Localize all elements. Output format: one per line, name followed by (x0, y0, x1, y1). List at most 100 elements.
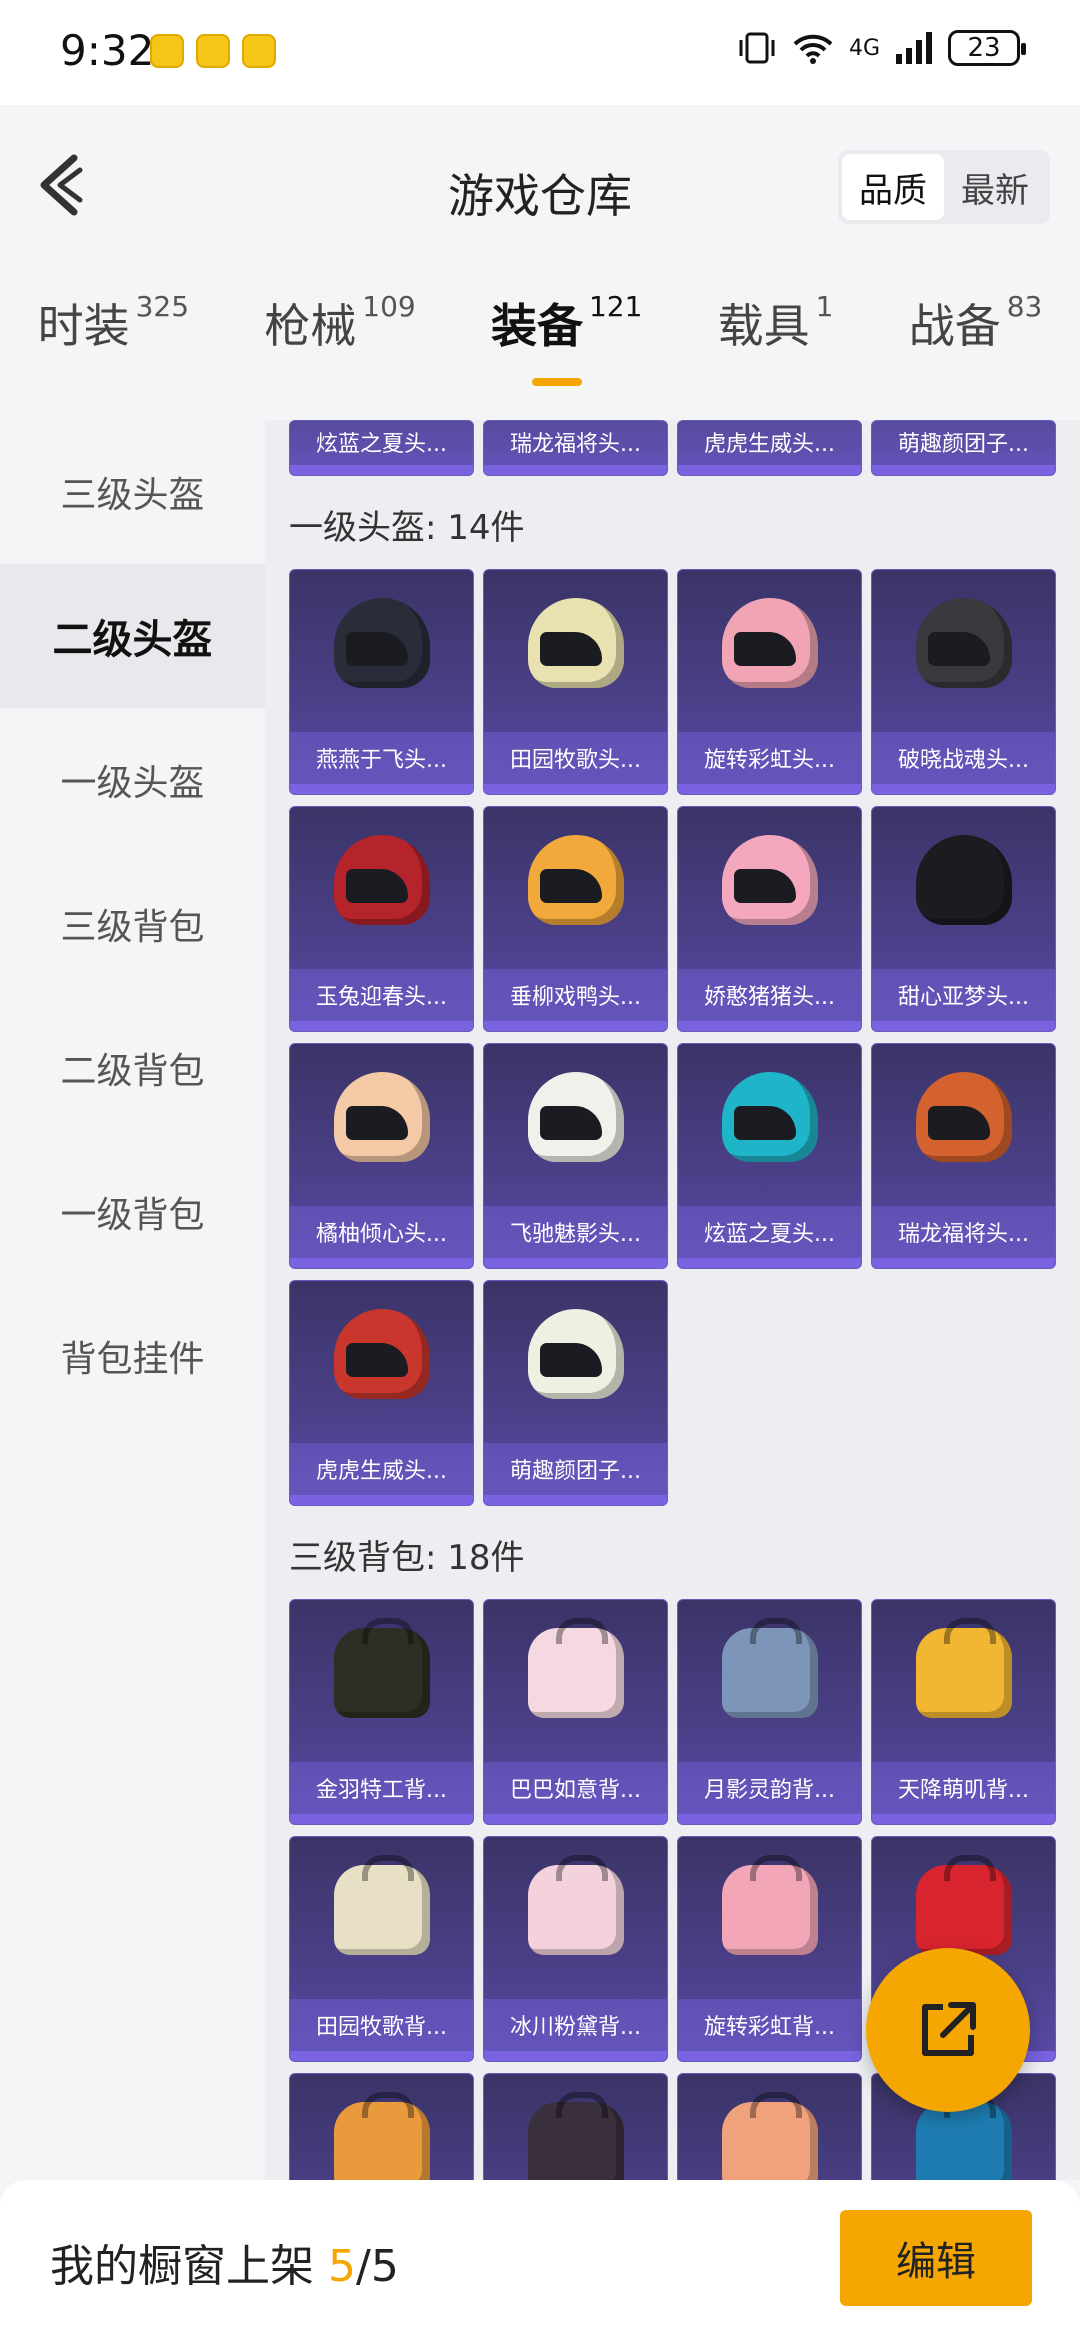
sort-quality-option[interactable]: 品质 (842, 154, 944, 220)
backpack-image (333, 2092, 430, 2180)
helmet-image (527, 1072, 624, 1162)
backpack-image (527, 2092, 624, 2180)
item-card[interactable]: 破晓战魂头... (871, 569, 1056, 795)
item-card[interactable]: 娇憨猪猪头... (677, 806, 862, 1032)
sidebar-item-level3-backpack[interactable]: 三级背包 (0, 852, 265, 996)
item-name: 田园牧歌头... (484, 732, 667, 784)
item-name: 虎虎生威头... (678, 421, 861, 465)
item-card[interactable] (289, 2073, 474, 2180)
quality-bar (290, 1021, 473, 1031)
vibrate-icon (739, 32, 775, 64)
helmet-image (915, 1072, 1012, 1162)
backpack-image (915, 1618, 1012, 1718)
tab-label: 装备 (490, 299, 583, 353)
quality-bar (678, 1021, 861, 1031)
tab-firearms[interactable]: 枪械 109 (264, 290, 415, 356)
tab-gear[interactable]: 战备 83 (909, 290, 1043, 356)
section-title: 三级背包: 18件 (289, 1538, 525, 1578)
tab-label: 时装 (37, 299, 130, 353)
item-card[interactable]: 炫蓝之夏头... (289, 420, 474, 476)
item-name: 虎虎生威头... (290, 1443, 473, 1495)
item-card[interactable]: 萌趣颜团子... (871, 420, 1056, 476)
item-card[interactable]: 天降萌叽背... (871, 1599, 1056, 1825)
status-bar: 9:32 4G 23 (0, 0, 1080, 105)
helmet-grid: 燕燕于飞头... 田园牧歌头... 旋转彩虹头... 破晓战魂头... 玉兔迎春头...… (265, 569, 1080, 1506)
item-card[interactable]: 虎虎生威头... (677, 420, 862, 476)
tab-count: 83 (1006, 290, 1043, 323)
quality-bar (290, 465, 473, 475)
item-card[interactable]: 田园牧歌背... (289, 1836, 474, 2062)
item-name: 冰川粉黛背... (484, 1999, 667, 2051)
app-notification-icon (150, 34, 184, 68)
item-card[interactable]: 旋转彩虹头... (677, 569, 862, 795)
showcase-status: 我的橱窗上架 5/5 (50, 2230, 399, 2294)
item-card[interactable]: 萌趣颜团子... (483, 1280, 668, 1506)
item-name: 天降萌叽背... (872, 1762, 1055, 1814)
item-card[interactable]: 垂柳戏鸭头... (483, 806, 668, 1032)
helmet-image (721, 598, 818, 688)
sort-newest-option[interactable]: 最新 (944, 154, 1046, 220)
item-card[interactable]: 橘柚倾心头... (289, 1043, 474, 1269)
item-card[interactable]: 甜心亚梦头... (871, 806, 1056, 1032)
quality-bar (290, 1495, 473, 1505)
sidebar-item-backpack-charm[interactable]: 背包挂件 (0, 1284, 265, 1428)
system-indicators: 4G 23 (737, 30, 1026, 66)
helmet-image (915, 835, 1012, 925)
backpack-image (333, 1618, 430, 1718)
item-name: 瑞龙福将头... (872, 1206, 1055, 1258)
item-card[interactable]: 田园牧歌头... (483, 569, 668, 795)
backpack-image (527, 1618, 624, 1718)
sidebar-item-level2-helmet[interactable]: 二级头盔 (0, 564, 265, 708)
item-card[interactable]: 瑞龙福将头... (483, 420, 668, 476)
item-card[interactable]: 玉兔迎春头... (289, 806, 474, 1032)
wifi-icon (793, 34, 833, 64)
item-card[interactable]: 冰川粉黛背... (483, 1836, 668, 2062)
app-header: 游戏仓库 品质 最新 (0, 105, 1080, 270)
sidebar-item-level3-helmet[interactable]: 三级头盔 (0, 420, 265, 564)
quality-bar (678, 2051, 861, 2061)
item-name: 娇憨猪猪头... (678, 969, 861, 1021)
helmet-image (721, 1072, 818, 1162)
tab-count: 325 (135, 290, 190, 323)
network-type: 4G (848, 35, 880, 61)
helmet-image (721, 835, 818, 925)
item-card[interactable]: 月影灵韵背... (677, 1599, 862, 1825)
item-name: 旋转彩虹头... (678, 732, 861, 784)
item-name: 萌趣颜团子... (872, 421, 1055, 465)
helmet-image (333, 1309, 430, 1399)
item-card[interactable]: 巴巴如意背... (483, 1599, 668, 1825)
tab-costume[interactable]: 时装 325 (38, 290, 189, 356)
quality-bar (872, 1258, 1055, 1268)
sidebar-item-level1-helmet[interactable]: 一级头盔 (0, 708, 265, 852)
quality-bar (678, 465, 861, 475)
tab-vehicles[interactable]: 载具 1 (718, 290, 834, 356)
helmet-image (915, 598, 1012, 688)
edit-button[interactable]: 编辑 (840, 2210, 1032, 2306)
item-name: 旋转彩虹背... (678, 1999, 861, 2051)
sidebar-item-level2-backpack[interactable]: 二级背包 (0, 996, 265, 1140)
sort-toggle: 品质 最新 (838, 150, 1050, 224)
share-button[interactable] (866, 1948, 1030, 2112)
item-card[interactable]: 瑞龙福将头... (871, 1043, 1056, 1269)
item-name: 月影灵韵背... (678, 1762, 861, 1814)
sidebar-item-level1-backpack[interactable]: 一级背包 (0, 1140, 265, 1284)
item-name: 萌趣颜团子... (484, 1443, 667, 1495)
tab-equipment[interactable]: 装备 121 (490, 290, 642, 386)
backpack-image (721, 1855, 818, 1955)
quality-bar (290, 1814, 473, 1824)
item-card[interactable]: 飞驰魅影头... (483, 1043, 668, 1269)
item-name: 金羽特工背... (290, 1762, 473, 1814)
backpack-image (915, 2092, 1012, 2180)
item-card[interactable] (677, 2073, 862, 2180)
backpack-image (527, 1855, 624, 1955)
quality-bar (484, 1814, 667, 1824)
helmet-image (333, 598, 430, 688)
item-card[interactable]: 燕燕于飞头... (289, 569, 474, 795)
item-card[interactable]: 虎虎生威头... (289, 1280, 474, 1506)
item-card[interactable]: 金羽特工背... (289, 1599, 474, 1825)
subcategory-sidebar: 三级头盔 二级头盔 一级头盔 三级背包 二级背包 一级背包 背包挂件 (0, 420, 265, 2180)
item-card[interactable] (483, 2073, 668, 2180)
item-card[interactable]: 炫蓝之夏头... (677, 1043, 862, 1269)
item-card[interactable]: 旋转彩虹背... (677, 1836, 862, 2062)
share-external-icon (922, 2002, 976, 2056)
